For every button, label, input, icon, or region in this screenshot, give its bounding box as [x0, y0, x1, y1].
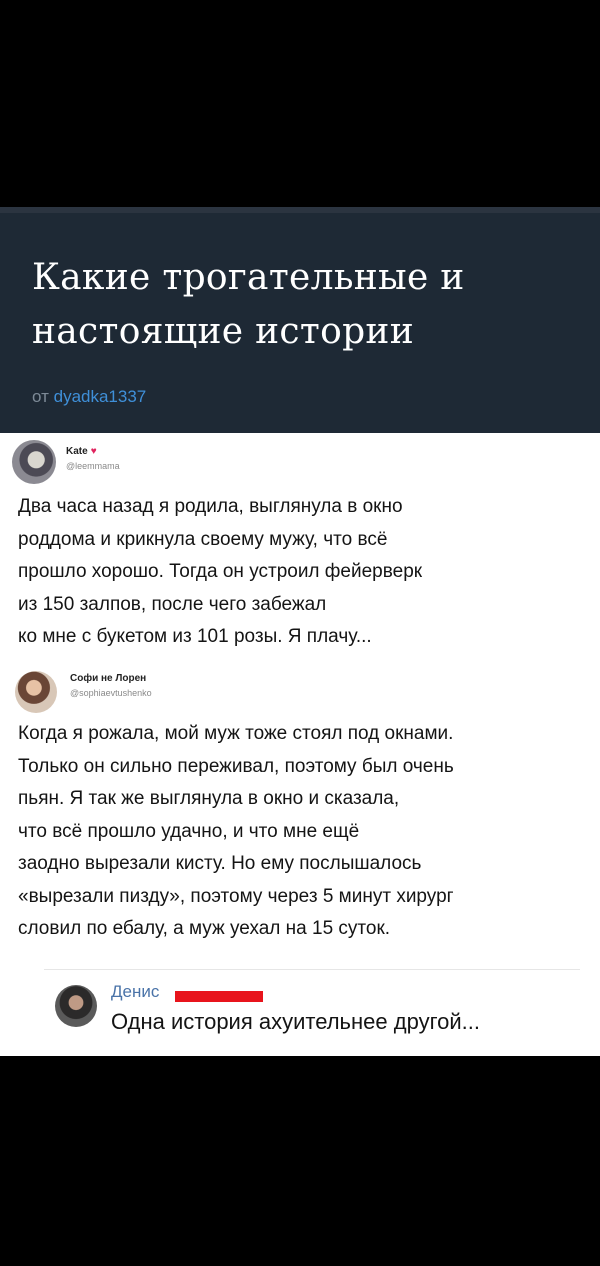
tweet-text: Два часа назад я родила, выглянула в окн… [18, 496, 423, 647]
avatar [12, 440, 56, 484]
divider [44, 969, 580, 970]
heart-icon: ♥ [90, 446, 97, 457]
tweet-author-name: Софи не Лорен [70, 673, 147, 684]
article-header: Какие трогательные и настоящие истории о… [0, 207, 600, 433]
article-title: Какие трогательные и настоящие истории [32, 257, 465, 352]
redaction-bar [175, 991, 263, 1002]
bottom-black-bar [0, 1056, 600, 1266]
comment-text: Одна история ахуительнее другой... [111, 1009, 480, 1034]
tweet-author-name-text: Kate [66, 446, 88, 457]
top-black-bar [0, 0, 600, 207]
post-image-card: Kate ♥ @leemmama Два часа назад я родила,… [0, 433, 600, 1056]
avatar [15, 671, 57, 713]
article-byline: от dyadka1337 [32, 387, 146, 407]
commenter-name[interactable]: Денис [111, 982, 159, 1002]
tweet-handle: @leemmama [66, 461, 120, 471]
author-link[interactable]: dyadka1337 [54, 387, 147, 406]
tweet-author-name: Kate ♥ [66, 446, 97, 457]
tweet-handle: @sophiaevtushenko [70, 688, 152, 698]
tweet-text: Когда я рожала, мой муж тоже стоял под о… [18, 723, 454, 939]
byline-prefix: от [32, 387, 49, 406]
commenter-avatar[interactable] [55, 985, 97, 1027]
